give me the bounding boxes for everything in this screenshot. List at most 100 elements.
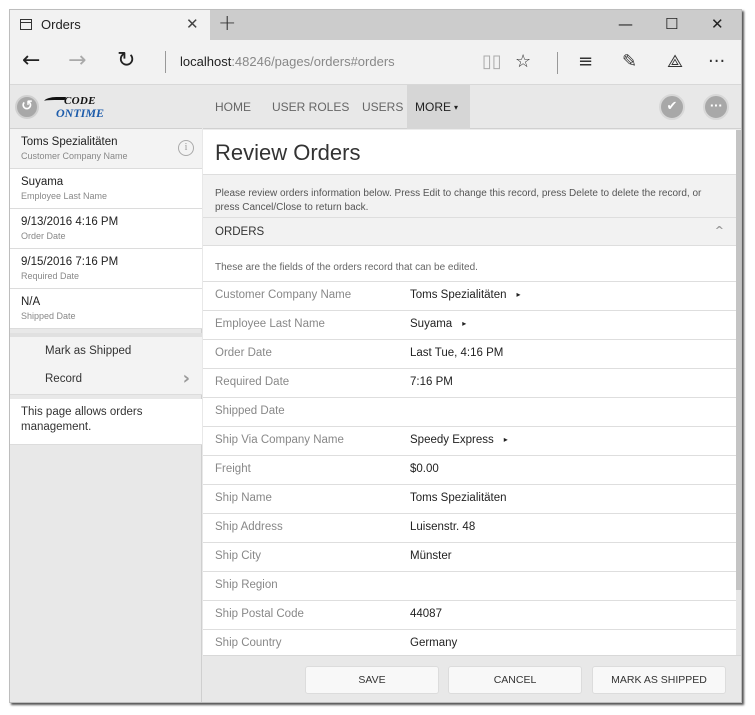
- lookup-arrow-icon[interactable]: ▸: [504, 435, 508, 444]
- main-panel: HOME USER ROLES USERS MORE ▾ ✔ ··· Review…: [203, 85, 741, 702]
- action-label: Record: [45, 373, 83, 385]
- field-row[interactable]: Ship Country Germany: [203, 629, 736, 655]
- menu-user-roles[interactable]: USER ROLES: [264, 85, 357, 129]
- minimize-button[interactable]: —: [618, 15, 633, 33]
- summary-value: 9/15/2016 7:16 PM: [21, 256, 119, 268]
- page-description: This page allows orders management.: [10, 399, 202, 445]
- reading-view-icon[interactable]: ▯▯: [482, 51, 502, 72]
- close-tab-icon[interactable]: ✕: [186, 15, 199, 33]
- confirm-check-icon[interactable]: ✔: [659, 94, 685, 120]
- summary-item-order-date[interactable]: 9/13/2016 4:16 PM Order Date: [10, 209, 202, 249]
- logo-text-bottom: ONTIME: [56, 106, 105, 120]
- field-label: Ship City: [215, 550, 262, 562]
- field-value: Luisenstr. 48: [410, 521, 475, 533]
- field-value-text: Suyama: [410, 318, 453, 330]
- field-value: Münster: [410, 550, 452, 562]
- browser-tab[interactable]: Orders ✕: [10, 10, 210, 40]
- address-bar[interactable]: localhost:48246/pages/orders#orders: [180, 54, 395, 69]
- summary-value: N/A: [21, 296, 41, 308]
- menu-more-label: MORE: [415, 100, 451, 114]
- lookup-arrow-icon[interactable]: ▸: [517, 290, 521, 299]
- back-icon[interactable]: ↺: [15, 95, 39, 119]
- web-note-icon[interactable]: ✎: [622, 51, 637, 72]
- summary-item-employee[interactable]: Suyama Employee Last Name: [10, 169, 202, 209]
- mark-as-shipped-button[interactable]: MARK AS SHIPPED: [592, 666, 726, 694]
- field-row[interactable]: Ship Via Company Name Speedy Express ▸: [203, 426, 736, 455]
- info-icon[interactable]: i: [178, 140, 194, 156]
- save-button[interactable]: SAVE: [305, 666, 439, 694]
- field-row[interactable]: Ship Postal Code 44087: [203, 600, 736, 629]
- field-row[interactable]: Required Date 7:16 PM: [203, 368, 736, 397]
- field-row[interactable]: Ship Name Toms Spezialitäten: [203, 484, 736, 513]
- field-label: Ship Via Company Name: [215, 434, 344, 446]
- field-value-text: 7:16 PM: [410, 376, 453, 388]
- field-value-text: Toms Spezialitäten: [410, 492, 507, 504]
- share-icon[interactable]: ⟁: [667, 51, 683, 72]
- action-bar: SAVE CANCEL MARK AS SHIPPED: [203, 655, 741, 702]
- collapse-chevron-icon[interactable]: ^: [715, 224, 724, 237]
- browser-window: Orders ✕ + — ☐ ✕ ← → ↻ localhost:48246/p…: [9, 9, 742, 703]
- sidebar-action-mark-shipped[interactable]: Mark as Shipped: [10, 339, 202, 367]
- field-value: Toms Spezialitäten ▸: [410, 289, 521, 301]
- field-value: Speedy Express ▸: [410, 434, 508, 446]
- refresh-icon[interactable]: ↻: [117, 49, 135, 73]
- new-tab-button[interactable]: +: [218, 11, 236, 36]
- menu-home[interactable]: HOME: [207, 85, 259, 129]
- field-row[interactable]: Customer Company Name Toms Spezialitäten ▸: [203, 281, 736, 310]
- sidebar: ↺ CODE ONTIME Toms Spezialitäten Custome…: [10, 85, 202, 702]
- tab-bar: Orders ✕ + — ☐ ✕: [10, 10, 741, 40]
- field-row[interactable]: Employee Last Name Suyama ▸: [203, 310, 736, 339]
- lookup-arrow-icon[interactable]: ▸: [462, 319, 466, 328]
- back-arrow-icon[interactable]: ←: [22, 49, 40, 73]
- menu-more[interactable]: MORE ▾: [407, 85, 470, 129]
- field-value: 44087: [410, 608, 442, 620]
- page-title: Review Orders: [215, 140, 361, 165]
- sidebar-action-record[interactable]: Record ›: [10, 367, 202, 395]
- field-row[interactable]: Ship Region: [203, 571, 736, 600]
- field-label: Order Date: [215, 347, 272, 359]
- logo-bar: ↺ CODE ONTIME: [10, 85, 202, 129]
- menu-bar: HOME USER ROLES USERS MORE ▾ ✔ ···: [203, 85, 741, 129]
- page-icon: [20, 19, 32, 30]
- menu-users[interactable]: USERS: [354, 85, 411, 129]
- field-row[interactable]: Shipped Date: [203, 397, 736, 426]
- close-window-button[interactable]: ✕: [711, 15, 724, 33]
- category-title: ORDERS: [215, 226, 265, 238]
- field-value-text: Germany: [410, 637, 458, 649]
- favorite-star-icon[interactable]: ☆: [515, 51, 531, 72]
- field-label: Required Date: [215, 376, 290, 388]
- vertical-scrollbar[interactable]: [736, 130, 741, 655]
- logo-wing: [41, 97, 67, 105]
- summary-item-customer[interactable]: Toms Spezialitäten Customer Company Name…: [10, 129, 202, 169]
- field-row[interactable]: Freight $0.00: [203, 455, 736, 484]
- action-label: Mark as Shipped: [45, 345, 132, 357]
- field-label: Ship Name: [215, 492, 272, 504]
- hub-icon[interactable]: ≡: [578, 51, 593, 72]
- cancel-button[interactable]: CANCEL: [448, 666, 582, 694]
- forward-arrow-icon[interactable]: →: [68, 49, 86, 73]
- scrollbar-thumb[interactable]: [736, 130, 741, 590]
- code-on-time-logo[interactable]: CODE ONTIME: [41, 95, 106, 121]
- field-value-text: $0.00: [410, 463, 439, 475]
- address-host: localhost: [180, 54, 232, 69]
- category-header-orders[interactable]: ORDERS ^: [203, 218, 736, 246]
- field-row[interactable]: Ship Address Luisenstr. 48: [203, 513, 736, 542]
- page-description-text: This page allows orders management.: [21, 406, 143, 433]
- summary-item-shipped-date[interactable]: N/A Shipped Date: [10, 289, 202, 329]
- sidebar-actions: Mark as Shipped Record ›: [10, 333, 202, 395]
- field-label: Ship Country: [215, 637, 282, 649]
- tab-title: Orders: [41, 17, 81, 32]
- more-icon[interactable]: ···: [708, 51, 725, 72]
- summary-value: Toms Spezialitäten: [21, 136, 118, 148]
- summary-label: Order Date: [21, 231, 66, 241]
- chevron-right-icon: ›: [182, 368, 190, 389]
- navigation-bar: ← → ↻ localhost:48246/pages/orders#order…: [10, 40, 741, 85]
- more-options-icon[interactable]: ···: [703, 94, 729, 120]
- summary-item-required-date[interactable]: 9/15/2016 7:16 PM Required Date: [10, 249, 202, 289]
- field-row[interactable]: Ship City Münster: [203, 542, 736, 571]
- summary-value: Suyama: [21, 176, 64, 188]
- maximize-button[interactable]: ☐: [665, 15, 678, 33]
- field-row[interactable]: Order Date Last Tue, 4:16 PM: [203, 339, 736, 368]
- form-description-text: Please review orders information below. …: [215, 188, 702, 213]
- field-value-text: Last Tue, 4:16 PM: [410, 347, 504, 359]
